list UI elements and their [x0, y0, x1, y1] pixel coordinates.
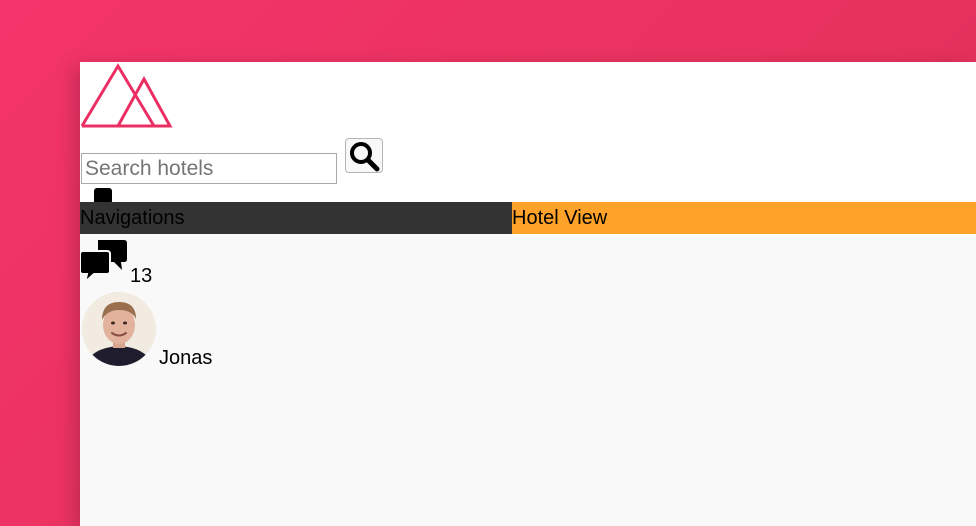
sidebar-navigation[interactable]: Navigations — [80, 202, 512, 234]
search-input[interactable] — [81, 153, 337, 184]
user-name[interactable]: Jonas — [159, 347, 212, 370]
user-photo — [82, 292, 156, 366]
app-window: Navigations Hotel View 13 Jonas — [80, 62, 976, 526]
search-button[interactable] — [345, 138, 383, 173]
header — [80, 62, 976, 202]
notification-count: 13 — [130, 265, 153, 287]
mountain-logo-icon[interactable] — [80, 62, 176, 130]
hotel-view: Hotel View — [512, 202, 976, 234]
magnifier-icon — [350, 141, 380, 171]
hotel-view-label: Hotel View — [512, 207, 608, 229]
avatar[interactable] — [82, 292, 156, 366]
sidebar-navigation-label: Navigations — [80, 207, 185, 229]
chat-bubbles-icon[interactable] — [80, 239, 128, 283]
